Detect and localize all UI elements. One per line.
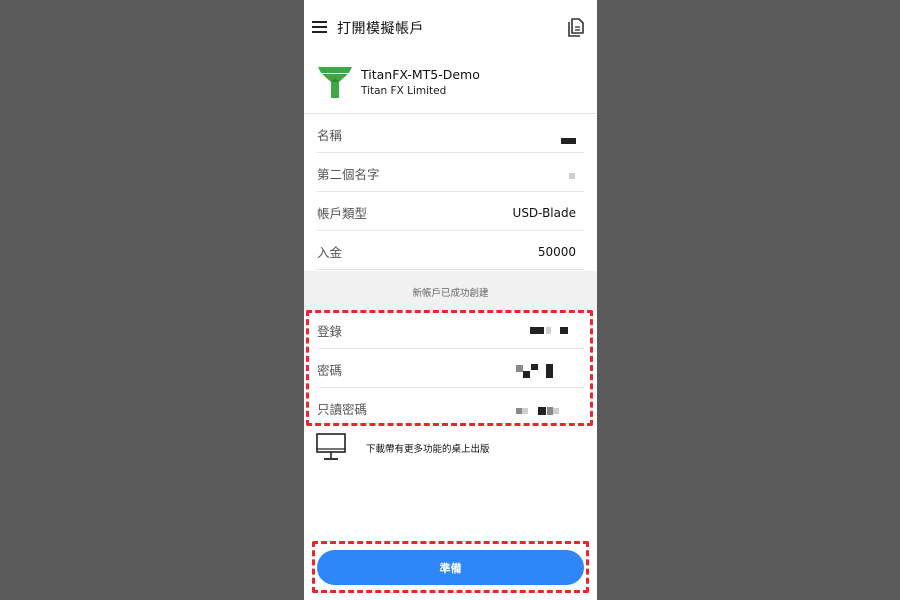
readonly-password-row: 只讀密碼 xyxy=(316,388,584,427)
readonly-password-label: 只讀密碼 xyxy=(317,402,368,417)
redacted-value xyxy=(569,173,575,179)
success-message: 新帳戶已成功創建 xyxy=(412,288,489,299)
ready-button[interactable]: 準備 xyxy=(317,550,584,585)
desktop-download-text: 下載帶有更多功能的桌上出版 xyxy=(366,444,490,455)
titanfx-logo-icon xyxy=(318,67,352,98)
second-name-field[interactable]: 第二個名字 xyxy=(316,153,584,192)
redacted-value xyxy=(561,138,576,144)
password-label: 密碼 xyxy=(317,363,343,378)
login-row: 登錄 xyxy=(316,310,584,349)
redacted-value xyxy=(522,408,528,414)
redacted-value xyxy=(530,327,544,334)
name-field[interactable]: 名稱 xyxy=(316,114,584,153)
redacted-value xyxy=(523,371,530,378)
hamburger-menu-icon[interactable] xyxy=(312,21,327,33)
deposit-field[interactable]: 入金 50000 xyxy=(316,231,584,270)
account-type-label: 帳戶類型 xyxy=(317,206,368,221)
documents-icon[interactable] xyxy=(567,18,585,38)
app-bar: 打開模擬帳戶 xyxy=(304,0,597,56)
account-type-field[interactable]: 帳戶類型 USD-Blade xyxy=(316,192,584,231)
desktop-download[interactable]: 下載帶有更多功能的桌上出版 xyxy=(304,430,597,464)
name-label: 名稱 xyxy=(317,128,343,143)
server-company: Titan FX Limited xyxy=(361,85,447,97)
redacted-value xyxy=(531,364,538,370)
redacted-value xyxy=(546,327,551,334)
second-name-label: 第二個名字 xyxy=(317,167,380,182)
deposit-label: 入金 xyxy=(317,245,343,260)
redacted-value xyxy=(516,365,523,372)
page-title: 打開模擬帳戶 xyxy=(337,21,424,37)
account-type-value: USD-Blade xyxy=(512,206,576,220)
server-name: TitanFX-MT5-Demo xyxy=(361,67,480,82)
server-info: TitanFX-MT5-Demo Titan FX Limited xyxy=(304,56,597,114)
redacted-value xyxy=(538,407,546,415)
password-row: 密碼 xyxy=(316,349,584,388)
login-label: 登錄 xyxy=(317,324,343,339)
redacted-value xyxy=(560,327,568,334)
redacted-value xyxy=(553,408,559,414)
deposit-value: 50000 xyxy=(537,245,576,259)
app-screen: 打開模擬帳戶 TitanFX-MT5-Demo Titan FX Limited… xyxy=(304,0,597,600)
redacted-value xyxy=(546,364,553,378)
success-banner: 新帳戶已成功創建 xyxy=(304,271,597,311)
desktop-monitor-icon xyxy=(316,433,346,460)
